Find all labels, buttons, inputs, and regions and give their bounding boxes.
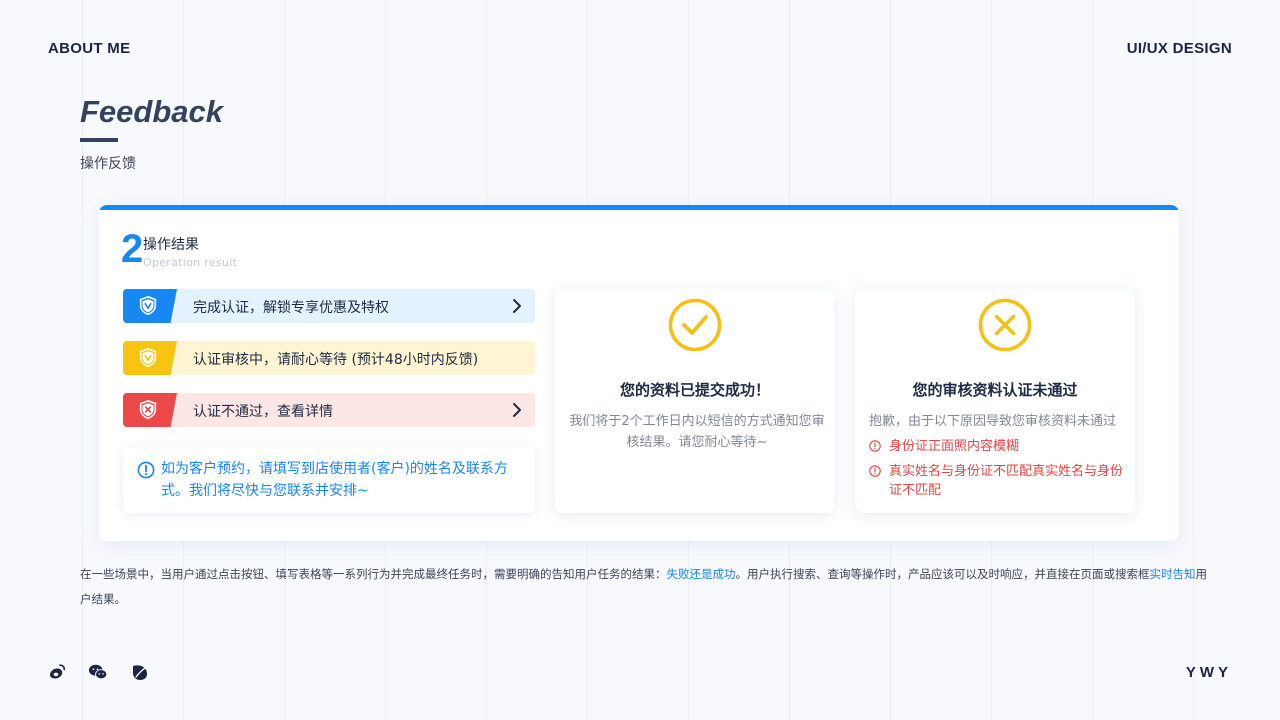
warning-circle-icon [869, 465, 881, 477]
grid-line [1193, 0, 1194, 720]
operation-result-card: 2 操作结果 Operation result 完成认证，解锁专享优惠及特权 认… [99, 205, 1179, 541]
section-subtitle: Operation result [143, 256, 238, 269]
check-circle-icon [668, 298, 722, 352]
shield-check-icon [123, 289, 177, 323]
fail-reason-text: 真实姓名与身份证不匹配真实姓名与身份证不匹配 [889, 464, 1124, 498]
success-result-card: 您的资料已提交成功！ 我们将于2个工作日内以短信的方式通知您审核结果。请您耐心等… [555, 289, 835, 513]
fail-title: 您的审核资料认证未通过 [912, 381, 1078, 399]
pending-bar-label: 认证审核中，请耐心等待 (预计48小时内反馈) [193, 352, 479, 368]
description-highlight: 失败还是成功 [666, 567, 736, 581]
warning-circle-icon [869, 440, 881, 452]
weibo-icon[interactable] [47, 662, 67, 682]
fail-reason-text: 身份证正面照内容模糊 [889, 439, 1020, 454]
chevron-right-icon [513, 299, 521, 313]
page-subtitle: 操作反馈 [80, 156, 136, 172]
card-accent-bar [99, 205, 1179, 210]
verified-bar-label: 完成认证，解锁专享优惠及特权 [193, 300, 389, 316]
fail-result-card: 您的审核资料认证未通过 抱歉，由于以下原因导致您审核资料未通过 身份证正面照内容… [855, 289, 1135, 513]
brand-signature: YWY [1185, 664, 1232, 681]
pending-bar: 认证审核中，请耐心等待 (预计48小时内反馈) [123, 341, 535, 375]
description-highlight: 实时告知 [1149, 567, 1196, 581]
shield-x-icon [123, 393, 177, 427]
rejected-bar[interactable]: 认证不通过，查看详情 [123, 393, 535, 427]
verified-bar[interactable]: 完成认证，解锁专享优惠及特权 [123, 289, 535, 323]
x-circle-icon [978, 298, 1032, 352]
description-paragraph: 在一些场景中，当用户通过点击按钮、填写表格等一系列行为并完成最终任务时，需要明确… [80, 562, 1210, 612]
section-number: 2 [121, 227, 144, 271]
fail-reason-item: 真实姓名与身份证不匹配真实姓名与身份证不匹配 [869, 462, 1129, 500]
wechat-icon[interactable] [88, 662, 108, 682]
fail-description: 抱歉，由于以下原因导致您审核资料未通过 [869, 414, 1117, 429]
rejected-bar-label: 认证不通过，查看详情 [193, 404, 333, 420]
chevron-right-icon [513, 403, 521, 417]
notice-text: 如为客户预约，请填写到店使用者(客户)的姓名及联系方式。我们将尽快与您联系并安排… [161, 461, 508, 499]
shield-pending-icon [123, 341, 177, 375]
page-title: Feedback [80, 94, 224, 129]
description-text: 。用户执行搜索、查询等操作时，产品应该可以及时响应，并直接在页面或搜索框 [735, 567, 1150, 581]
leaf-icon[interactable] [130, 662, 150, 682]
success-description: 我们将于2个工作日内以短信的方式通知您审核结果。请您耐心等待~ [569, 414, 825, 450]
success-title: 您的资料已提交成功！ [619, 381, 770, 399]
fail-reason-item: 身份证正面照内容模糊 [869, 437, 1129, 456]
booking-notice: 如为客户预约，请填写到店使用者(客户)的姓名及联系方式。我们将尽快与您联系并安排… [123, 447, 535, 513]
description-text: 在一些场景中，当用户通过点击按钮、填写表格等一系列行为并完成最终任务时，需要明确… [80, 567, 667, 581]
about-me-label: ABOUT ME [48, 40, 131, 57]
info-circle-icon [137, 461, 155, 479]
uiux-design-label: UI/UX DESIGN [1126, 40, 1232, 57]
title-underline [80, 138, 118, 142]
section-title: 操作结果 [143, 237, 199, 253]
